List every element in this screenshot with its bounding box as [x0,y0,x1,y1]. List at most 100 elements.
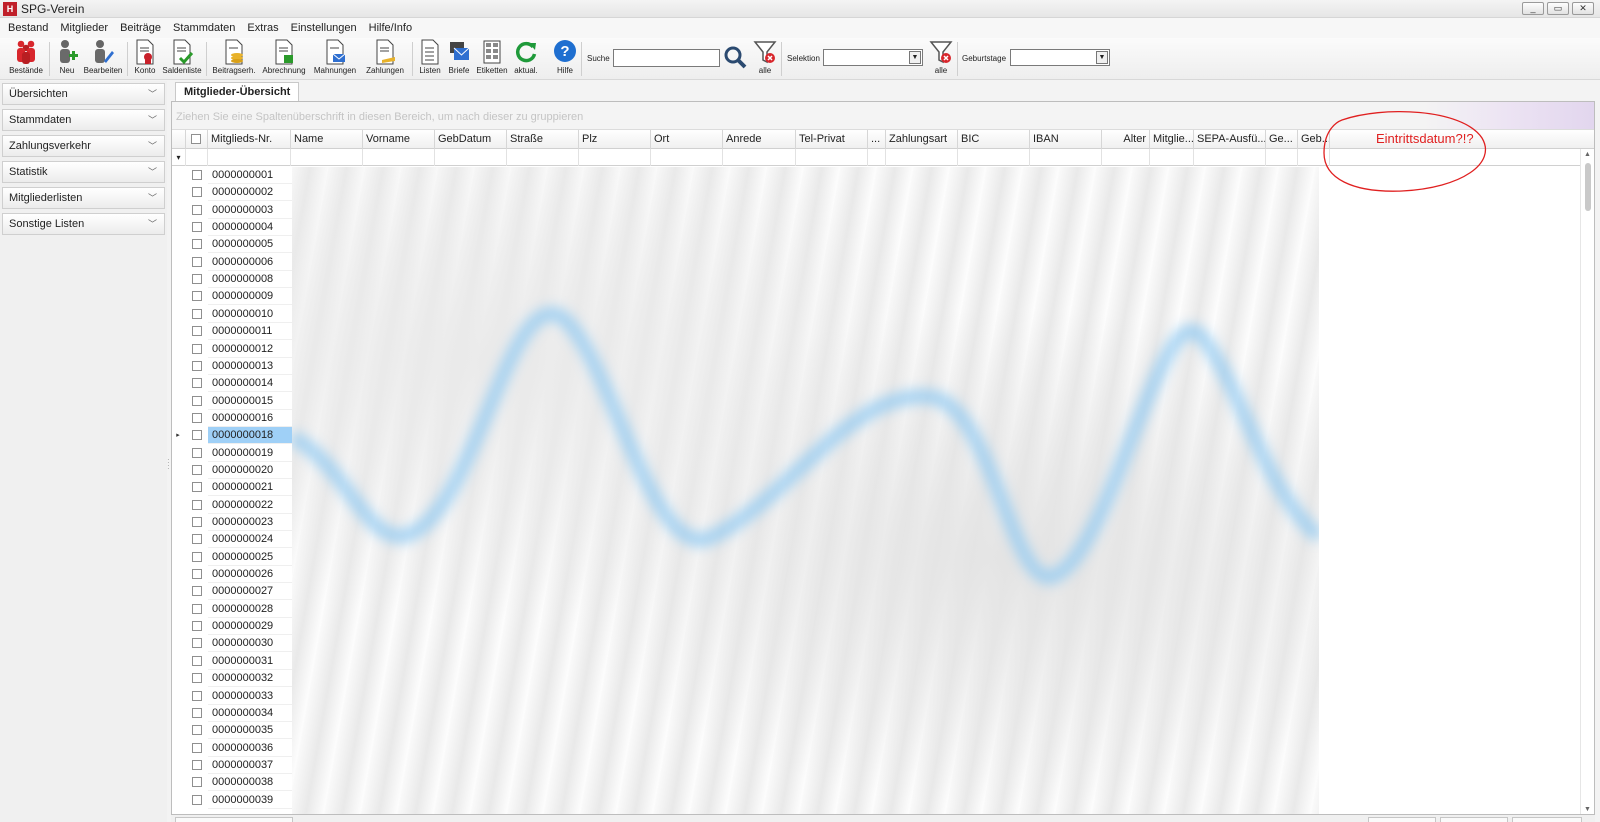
row-checkbox[interactable] [192,517,202,527]
table-row[interactable]: 0000000010 [172,306,292,323]
sidebar-item-uebersichten[interactable]: Übersichten ﹀ [2,83,165,105]
cell-mitglieds-nr[interactable]: 0000000014 [208,375,292,393]
row-checkbox[interactable] [192,464,202,475]
cell-mitglieds-nr[interactable]: 0000000009 [208,288,292,306]
column-header-strasse[interactable]: Straße [507,130,579,149]
cell-mitglieds-nr[interactable]: 0000000003 [208,202,292,219]
listen-button[interactable]: Listen [417,39,443,79]
table-row[interactable]: ▸ 0000000018 [172,427,292,445]
table-row[interactable]: 0000000030 [172,635,292,653]
minimize-button[interactable]: _ [1522,2,1544,15]
filter-cell[interactable] [868,149,886,166]
scroll-up-icon[interactable]: ▲ [1584,151,1591,158]
table-row[interactable]: 0000000028 [172,601,292,618]
row-checkbox[interactable] [192,326,202,337]
hilfe-button[interactable]: ? Hilfe [552,39,578,79]
cell-mitglieds-nr[interactable]: 0000000032 [208,670,292,688]
menu-einstellungen[interactable]: Einstellungen [285,22,363,34]
row-checkbox[interactable] [192,603,202,614]
row-checkbox[interactable] [192,742,202,753]
selection-dropdown[interactable]: ▼ [823,49,923,66]
cell-mitglieds-nr[interactable]: 0000000020 [208,462,292,479]
table-row[interactable]: 0000000027 [172,583,292,601]
sidebar-item-statistik[interactable]: Statistik ﹀ [2,161,165,183]
konto-button[interactable]: Konto [132,39,158,79]
filter-cell[interactable] [186,149,208,166]
row-checkbox[interactable] [192,222,202,233]
table-row[interactable]: 0000000038 [172,774,292,792]
table-row[interactable]: 0000000022 [172,497,292,514]
cell-mitglieds-nr[interactable]: 0000000023 [208,514,292,531]
cell-mitglieds-nr[interactable]: 0000000037 [208,757,292,774]
cell-mitglieds-nr[interactable]: 0000000034 [208,705,292,722]
filter-cell[interactable] [507,149,579,166]
table-row[interactable]: 0000000032 [172,670,292,688]
tab-mitglieder-uebersicht[interactable]: Mitglieder-Übersicht [175,82,300,101]
row-checkbox[interactable] [192,308,202,319]
restore-button[interactable]: ▭ [1547,2,1569,15]
column-header-anrede[interactable]: Anrede [723,130,796,149]
column-header-zahlungsart[interactable]: Zahlungsart [886,130,958,149]
cell-mitglieds-nr[interactable]: 0000000016 [208,410,292,427]
row-checkbox[interactable] [192,534,202,545]
row-checkbox[interactable] [192,551,202,562]
row-checkbox[interactable] [192,430,202,441]
filter-cell[interactable] [723,149,796,166]
table-row[interactable]: 0000000008 [172,271,292,289]
table-row[interactable]: 0000000005 [172,236,292,254]
sidebar-item-sonstige-listen[interactable]: Sonstige Listen ﹀ [2,213,165,235]
table-row[interactable]: 0000000014 [172,375,292,393]
menu-hilfe-info[interactable]: Hilfe/Info [363,22,418,34]
clear-search-filter-button[interactable]: alle [752,39,778,79]
scrollbar-thumb[interactable] [1585,163,1591,211]
filter-cell[interactable] [579,149,651,166]
beitragserh-button[interactable]: Beitragserh. [211,39,257,79]
filter-cell[interactable] [291,149,363,166]
cell-mitglieds-nr[interactable]: 0000000001 [208,167,292,184]
select-all-checkbox[interactable] [191,134,201,144]
row-checkbox[interactable] [192,655,202,666]
menu-bestand[interactable]: Bestand [2,22,54,34]
column-header-hidden[interactable]: ... [868,130,886,149]
table-row[interactable]: 0000000011 [172,323,292,341]
row-checkbox[interactable] [192,586,202,597]
cell-mitglieds-nr[interactable]: 0000000006 [208,254,292,271]
row-checkbox[interactable] [192,447,202,458]
cell-mitglieds-nr[interactable]: 0000000033 [208,688,292,705]
sidebar-item-mitgliederlisten[interactable]: Mitgliederlisten ﹀ [2,187,165,209]
cell-mitglieds-nr[interactable]: 0000000029 [208,618,292,636]
table-row[interactable]: 0000000034 [172,705,292,722]
table-row[interactable]: 0000000016 [172,410,292,427]
table-row[interactable]: 0000000026 [172,566,292,584]
table-row[interactable]: 0000000035 [172,722,292,740]
filter-cell[interactable] [1150,149,1194,166]
cell-mitglieds-nr[interactable]: 0000000028 [208,601,292,618]
cell-mitglieds-nr[interactable]: 0000000013 [208,358,292,375]
cell-mitglieds-nr[interactable]: 0000000012 [208,341,292,358]
row-checkbox[interactable] [192,482,202,493]
cell-mitglieds-nr[interactable]: 0000000036 [208,740,292,757]
cell-mitglieds-nr[interactable]: 0000000002 [208,184,292,202]
row-checkbox[interactable] [192,395,202,406]
column-header-ge[interactable]: Ge... [1266,130,1298,149]
table-row[interactable]: 0000000039 [172,792,292,809]
briefe-button[interactable]: Briefe [446,39,472,79]
sidebar-item-stammdaten[interactable]: Stammdaten ﹀ [2,109,165,131]
row-checkbox[interactable] [192,239,202,250]
row-checkbox[interactable] [192,777,202,788]
zahlungen-button[interactable]: Zahlungen [362,39,408,79]
column-header-bic[interactable]: BIC [958,130,1030,149]
row-checkbox[interactable] [192,256,202,267]
table-row[interactable]: 0000000021 [172,479,292,497]
row-checkbox[interactable] [192,499,202,510]
row-checkbox[interactable] [192,187,202,198]
filter-cell[interactable] [958,149,1030,166]
etiketten-button[interactable]: Etiketten [475,39,509,79]
cell-mitglieds-nr[interactable]: 0000000021 [208,479,292,497]
sidebar-item-zahlungsverkehr[interactable]: Zahlungsverkehr ﹀ [2,135,165,157]
column-header-name[interactable]: Name [291,130,363,149]
cell-mitglieds-nr[interactable]: 0000000039 [208,792,292,809]
column-header-ort[interactable]: Ort [651,130,723,149]
column-header-gebdatum[interactable]: GebDatum [435,130,507,149]
splitter-handle[interactable]: · · · · [167,456,170,473]
